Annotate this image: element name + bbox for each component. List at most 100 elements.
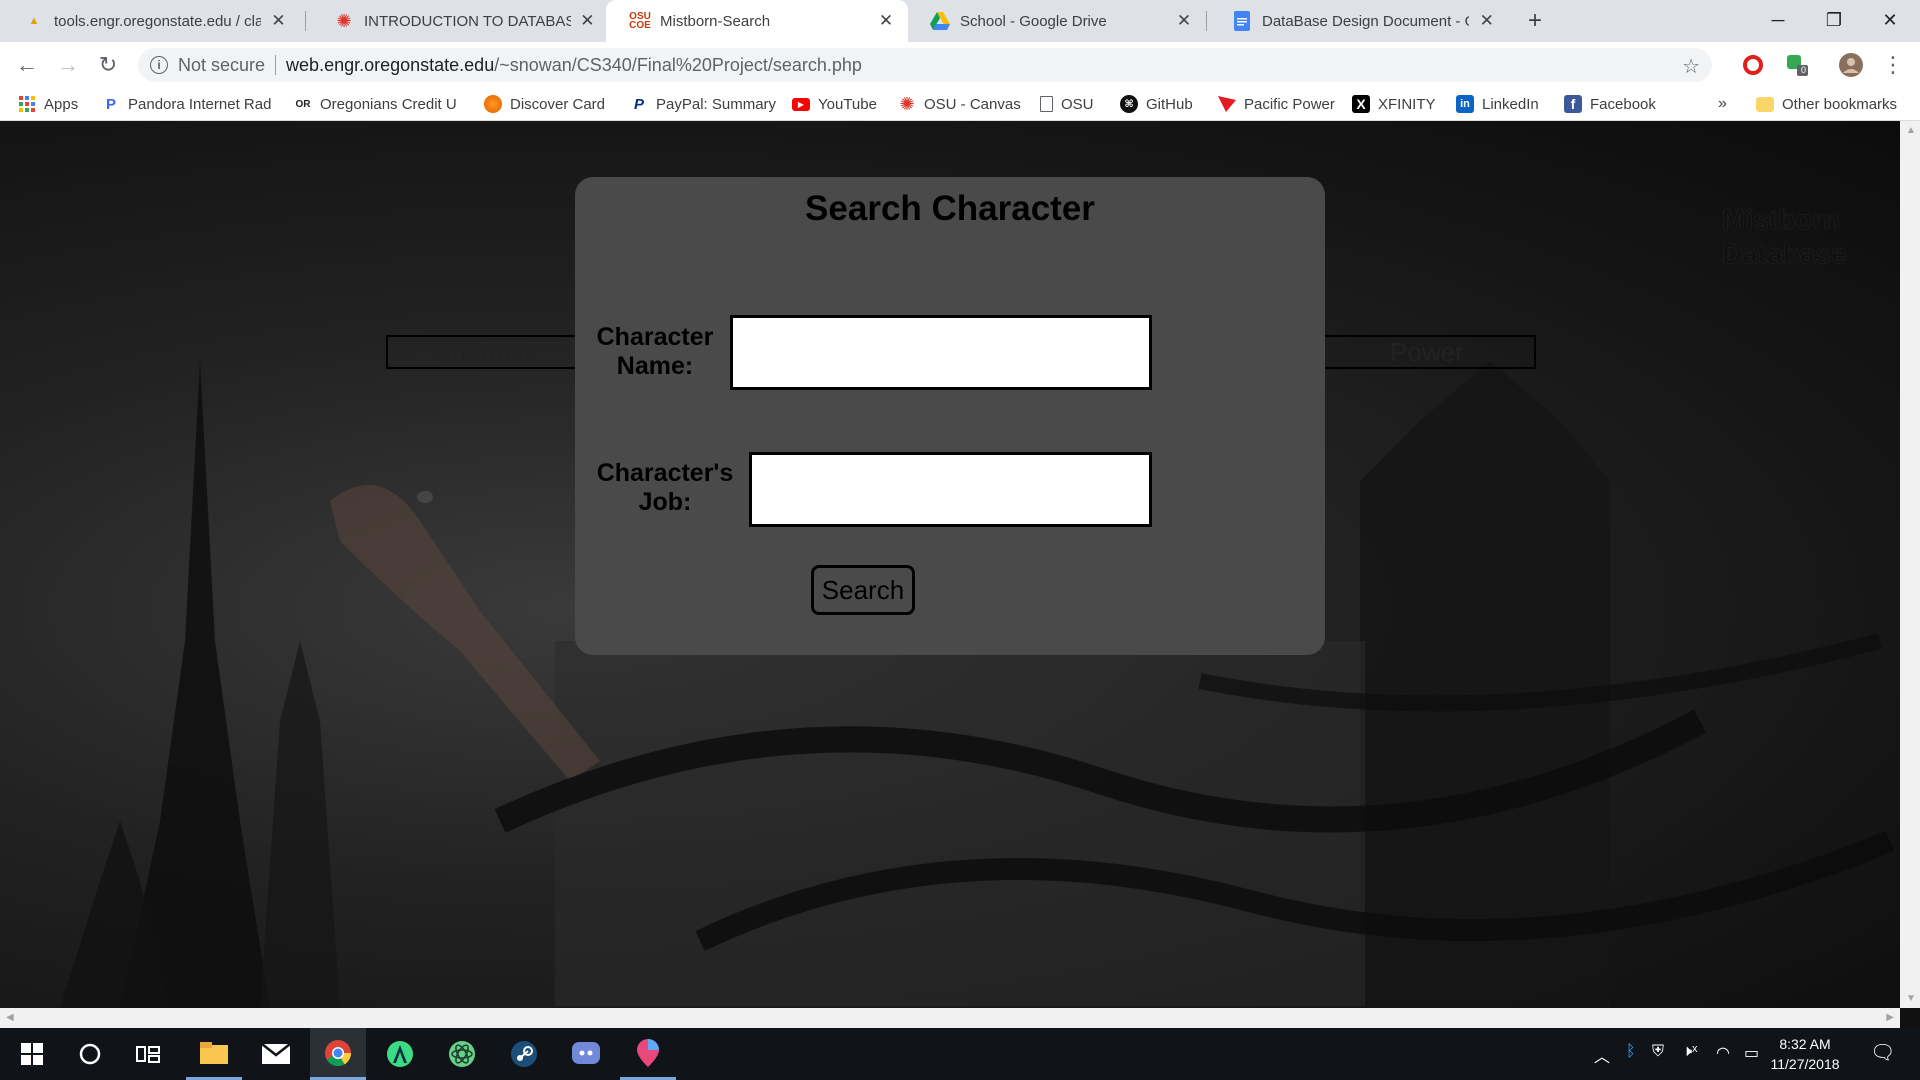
- extension-icon[interactable]: 0: [1782, 50, 1812, 80]
- profile-avatar[interactable]: [1836, 50, 1866, 80]
- character-name-input[interactable]: [730, 315, 1152, 390]
- folder-icon: [1756, 96, 1774, 112]
- bookmark-label: OSU - Canvas: [924, 95, 1021, 113]
- facebook-icon: f: [1564, 95, 1582, 113]
- tab-title: DataBase Design Document - Go: [1262, 12, 1470, 30]
- volume-muted-icon[interactable]: 🕨ˣ: [1682, 1043, 1697, 1061]
- battery-icon[interactable]: ▭: [1744, 1043, 1759, 1063]
- new-tab-button[interactable]: +: [1520, 6, 1550, 36]
- security-label: Not secure: [178, 54, 266, 75]
- bookmark-ocu[interactable]: OR Oregonians Credit U: [294, 93, 464, 115]
- bookmark-label: LinkedIn: [1482, 95, 1539, 113]
- opera-extension-icon[interactable]: [1738, 50, 1768, 80]
- tab-phpmyadmin[interactable]: ▲ tools.engr.oregonstate.edu / clas ✕: [0, 0, 300, 42]
- other-bookmarks-folder[interactable]: Other bookmarks: [1756, 93, 1897, 115]
- pacific-power-icon: [1218, 95, 1236, 113]
- bookmark-paypal[interactable]: P PayPal: Summary: [630, 93, 776, 115]
- bookmark-osu[interactable]: OSU: [1040, 93, 1094, 115]
- bookmark-youtube[interactable]: ▶ YouTube: [792, 93, 877, 115]
- bookmark-xfinity[interactable]: X XFINITY: [1352, 93, 1436, 115]
- discord-icon: [572, 1042, 600, 1064]
- scroll-right-arrow-icon[interactable]: ▶: [1886, 1012, 1894, 1023]
- nav-link-power[interactable]: Power: [1318, 335, 1536, 369]
- bookmark-discover[interactable]: Discover Card: [484, 93, 605, 115]
- bookmark-pandora[interactable]: P Pandora Internet Rad: [102, 93, 272, 115]
- show-hidden-icons-icon[interactable]: ︿: [1594, 1043, 1610, 1067]
- restore-button[interactable]: ❐: [1806, 0, 1862, 40]
- tab-db-design-doc[interactable]: DataBase Design Document - Go ✕: [1208, 0, 1508, 42]
- close-tab-icon[interactable]: ✕: [1477, 11, 1496, 31]
- browser-toolbar: ← → ↻ i Not secure web.engr.oregonstate.…: [0, 42, 1920, 88]
- search-button[interactable]: Search: [811, 565, 915, 615]
- close-tab-icon[interactable]: ✕: [269, 11, 288, 31]
- bookmark-apps[interactable]: Apps: [18, 93, 78, 115]
- scroll-up-arrow-icon[interactable]: ▲: [1906, 125, 1916, 136]
- horizontal-scrollbar[interactable]: ◀ ▶: [0, 1008, 1900, 1028]
- address-bar[interactable]: i Not secure web.engr.oregonstate.edu /~…: [138, 48, 1712, 82]
- android-studio-icon: [387, 1041, 413, 1067]
- map-pin-icon: [637, 1038, 659, 1067]
- bookmark-linkedin[interactable]: in LinkedIn: [1456, 93, 1539, 115]
- tab-mistborn-search[interactable]: OSU COE Mistborn-Search ✕: [606, 0, 908, 42]
- bookmark-label: YouTube: [818, 95, 877, 113]
- tab-separator: [1206, 11, 1207, 31]
- discord-button[interactable]: [558, 1028, 614, 1080]
- menu-kebab-icon[interactable]: ⋮: [1878, 50, 1908, 80]
- search-circle-icon: [79, 1043, 101, 1065]
- nav-link-character[interactable]: Characte: [386, 335, 586, 369]
- atom-icon: [449, 1041, 475, 1067]
- start-button[interactable]: [4, 1028, 60, 1080]
- windows-logo-icon: [21, 1043, 43, 1065]
- steam-button[interactable]: [496, 1028, 552, 1080]
- tab-strip: ▲ tools.engr.oregonstate.edu / clas ✕ ✺ …: [0, 0, 1920, 42]
- chrome-taskbar-button[interactable]: [310, 1028, 366, 1080]
- reload-button[interactable]: ↻: [93, 50, 123, 80]
- task-view-button[interactable]: [120, 1028, 176, 1080]
- forward-button[interactable]: →: [53, 50, 83, 80]
- cortana-search-button[interactable]: [62, 1028, 118, 1080]
- modal-heading: Search Character: [805, 189, 1095, 228]
- bookmark-facebook[interactable]: f Facebook: [1564, 93, 1656, 115]
- scroll-down-arrow-icon[interactable]: ▼: [1906, 993, 1916, 1004]
- scroll-left-arrow-icon[interactable]: ◀: [6, 1012, 14, 1023]
- site-title: Mistborn Database: [1722, 204, 1847, 269]
- wifi-icon[interactable]: ◠: [1716, 1043, 1730, 1063]
- bookmark-github[interactable]: ⌘ GitHub: [1120, 93, 1193, 115]
- pandora-icon: P: [105, 95, 116, 113]
- bookmark-label: XFINITY: [1378, 95, 1436, 113]
- close-tab-icon[interactable]: ✕: [1174, 11, 1194, 31]
- back-button[interactable]: ←: [12, 50, 42, 80]
- page-icon: [1040, 96, 1053, 112]
- google-docs-icon: [1232, 11, 1252, 31]
- character-job-input[interactable]: [749, 452, 1152, 527]
- mail-button[interactable]: [248, 1028, 304, 1080]
- bookmark-pacific-power[interactable]: Pacific Power: [1218, 93, 1335, 115]
- bookmark-star-icon[interactable]: ☆: [1682, 54, 1700, 79]
- bookmark-osu-canvas[interactable]: ✺ OSU - Canvas: [898, 93, 1021, 115]
- vertical-scrollbar[interactable]: ▲ ▼: [1900, 121, 1920, 1008]
- tab-title: tools.engr.oregonstate.edu / clas: [54, 12, 261, 30]
- tab-intro-databases[interactable]: ✺ INTRODUCTION TO DATABASES ( ✕: [310, 0, 608, 42]
- tab-title: Mistborn-Search: [660, 12, 771, 30]
- tab-title: INTRODUCTION TO DATABASES (: [364, 12, 571, 30]
- chrome-icon: [325, 1039, 352, 1066]
- minimize-button[interactable]: ─: [1750, 0, 1806, 40]
- bookmark-label: Apps: [44, 95, 79, 113]
- bookmarks-overflow-button[interactable]: »: [1718, 93, 1727, 115]
- info-icon[interactable]: i: [150, 56, 168, 74]
- bookmarks-bar: Apps P Pandora Internet Rad OR Oregonian…: [0, 88, 1920, 121]
- security-shield-icon[interactable]: ⛨: [1652, 1043, 1664, 1061]
- notifications-icon[interactable]: 🗨: [1870, 1040, 1895, 1065]
- android-studio-button[interactable]: [372, 1028, 428, 1080]
- close-tab-icon[interactable]: ✕: [876, 11, 896, 31]
- file-explorer-button[interactable]: [186, 1028, 242, 1080]
- bluetooth-icon[interactable]: ᛒ: [1626, 1043, 1636, 1061]
- atom-editor-button[interactable]: [434, 1028, 490, 1080]
- close-tab-icon[interactable]: ✕: [579, 11, 596, 31]
- bookmark-label: Facebook: [1590, 95, 1656, 113]
- close-window-button[interactable]: ✕: [1862, 0, 1918, 40]
- tab-google-drive[interactable]: School - Google Drive ✕: [906, 0, 1206, 42]
- maps-pin-button[interactable]: [620, 1028, 676, 1080]
- tab-separator: [305, 11, 306, 31]
- system-clock[interactable]: 8:32 AM 11/27/2018: [1760, 1034, 1850, 1074]
